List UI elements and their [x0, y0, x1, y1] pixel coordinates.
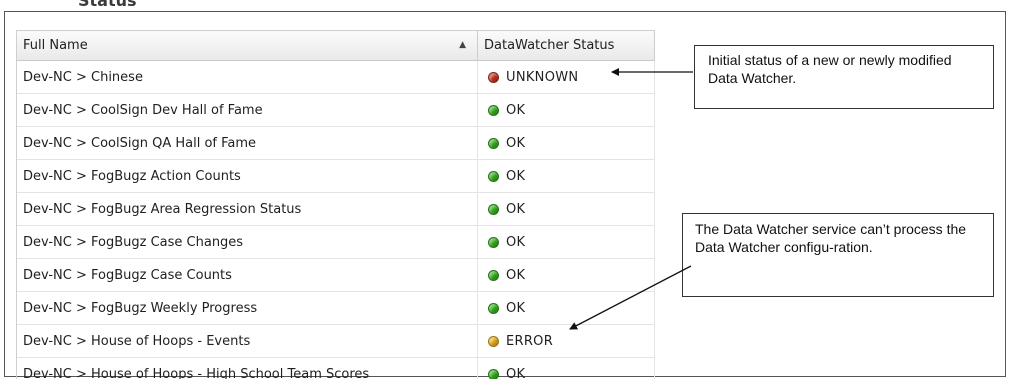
status-text: OK [506, 267, 526, 283]
table-row[interactable]: Dev-NC > Chinese UNKNOWN [17, 61, 655, 94]
status-text: OK [506, 102, 526, 118]
cell-status: OK [478, 292, 655, 324]
column-header-label: DataWatcher Status [484, 38, 615, 53]
cell-status: OK [478, 226, 655, 258]
table-row[interactable]: Dev-NC > CoolSign Dev Hall of Fame OK [17, 94, 655, 127]
column-header-datawatcher-status[interactable]: DataWatcher Status [478, 31, 655, 60]
status-text: OK [506, 300, 526, 316]
status-text: OK [506, 234, 526, 250]
cell-status: OK [478, 160, 655, 192]
cell-full-name: Dev-NC > House of Hoops - High School Te… [17, 358, 478, 379]
data-watcher-grid: Full Name ▲ DataWatcher Status Dev-NC > … [16, 30, 655, 379]
figure-page: Status Full Name ▲ DataWatcher Status De… [0, 0, 1011, 381]
status-text: UNKNOWN [506, 69, 579, 85]
status-text: OK [506, 135, 526, 151]
cell-status: OK [478, 259, 655, 291]
cell-status: OK [478, 193, 655, 225]
status-text: OK [506, 168, 526, 184]
cell-status: OK [478, 127, 655, 159]
table-row[interactable]: Dev-NC > FogBugz Area Regression Status O… [17, 193, 655, 226]
grid-header: Full Name ▲ DataWatcher Status [17, 31, 655, 61]
status-indicator-icon [488, 269, 499, 281]
table-row[interactable]: Dev-NC > CoolSign QA Hall of Fame OK [17, 127, 655, 160]
cell-full-name: Dev-NC > FogBugz Weekly Progress [17, 292, 478, 324]
cell-status: OK [478, 94, 655, 126]
column-header-label: Full Name [23, 38, 88, 53]
cell-status: UNKNOWN [478, 61, 655, 93]
table-row[interactable]: Dev-NC > FogBugz Weekly Progress OK [17, 292, 655, 325]
status-indicator-icon [488, 302, 499, 314]
table-row[interactable]: Dev-NC > House of Hoops - Events ERROR [17, 325, 655, 358]
table-row[interactable]: Dev-NC > House of Hoops - High School Te… [17, 358, 655, 379]
callout-error-status: The Data Watcher service can’t process t… [682, 213, 994, 297]
status-indicator-icon [488, 104, 499, 116]
status-text: OK [506, 366, 526, 380]
table-row[interactable]: Dev-NC > FogBugz Case Changes OK [17, 226, 655, 259]
callout-unknown-status: Initial status of a new or newly modifie… [694, 45, 994, 109]
table-row[interactable]: Dev-NC > FogBugz Case Counts OK [17, 259, 655, 292]
status-indicator-icon [488, 71, 499, 83]
cell-full-name: Dev-NC > House of Hoops - Events [17, 325, 478, 357]
cell-full-name: Dev-NC > CoolSign Dev Hall of Fame [17, 94, 478, 126]
cell-full-name: Dev-NC > FogBugz Case Changes [17, 226, 478, 258]
sort-ascending-icon: ▲ [459, 40, 466, 50]
cell-full-name: Dev-NC > FogBugz Area Regression Status [17, 193, 478, 225]
section-title: Status [78, 0, 137, 10]
status-indicator-icon [488, 335, 499, 347]
grid-body: Dev-NC > Chinese UNKNOWN Dev-NC > CoolSign… [17, 61, 655, 379]
cell-full-name: Dev-NC > FogBugz Case Counts [17, 259, 478, 291]
status-text: ERROR [506, 333, 554, 349]
status-indicator-icon [488, 236, 499, 248]
cell-full-name: Dev-NC > CoolSign QA Hall of Fame [17, 127, 478, 159]
status-indicator-icon [488, 203, 499, 215]
callout-text: The Data Watcher service can’t process t… [695, 221, 967, 255]
status-indicator-icon [488, 170, 499, 182]
status-indicator-icon [488, 137, 499, 149]
cell-full-name: Dev-NC > Chinese [17, 61, 478, 93]
status-text: OK [506, 201, 526, 217]
column-header-full-name[interactable]: Full Name ▲ [17, 31, 478, 60]
table-row[interactable]: Dev-NC > FogBugz Action Counts OK [17, 160, 655, 193]
callout-text: Initial status of a new or newly modifie… [708, 52, 952, 86]
status-indicator-icon [488, 368, 499, 379]
cell-full-name: Dev-NC > FogBugz Action Counts [17, 160, 478, 192]
cell-status: OK [478, 358, 655, 379]
cell-status: ERROR [478, 325, 655, 357]
